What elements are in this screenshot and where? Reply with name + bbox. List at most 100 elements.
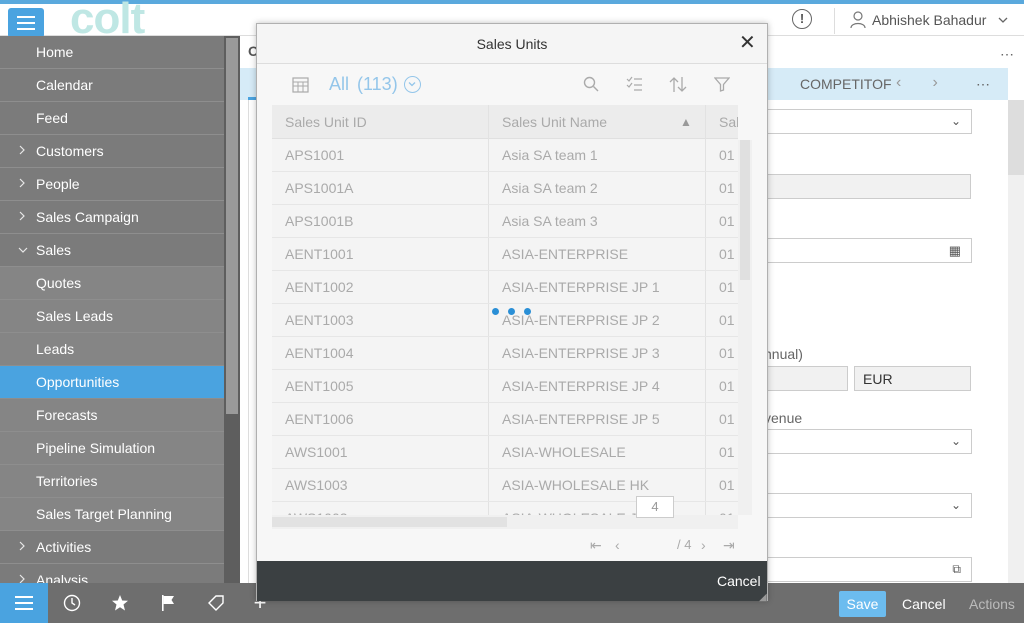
tab-competitors[interactable]: COMPETITOF — [800, 76, 892, 92]
chevron-right-icon — [18, 540, 36, 554]
table-cell-name: Asia SA team 1 — [502, 147, 598, 163]
tag-button[interactable] — [192, 583, 240, 623]
filter-label[interactable]: All — [329, 74, 349, 95]
chevron-down-icon: ⌄ — [950, 434, 961, 448]
close-icon[interactable]: ✕ — [739, 33, 756, 53]
lookup-field[interactable]: ⧉ — [760, 557, 972, 582]
column-header-sales[interactable]: Sales — [719, 114, 738, 130]
sort-ascending-icon[interactable]: ▲ — [680, 115, 692, 129]
sidebar-item-analysis[interactable]: Analysis — [0, 564, 224, 583]
page-number-input[interactable]: 4 — [636, 496, 674, 518]
calendar-icon[interactable]: ▦ — [949, 243, 961, 259]
sidebar-item-label: Sales — [36, 242, 72, 258]
amount-field[interactable] — [760, 366, 848, 391]
sidebar-item-customers[interactable]: Customers — [0, 135, 224, 168]
dialog-cancel-button[interactable]: Cancel — [717, 573, 761, 589]
chevron-right-icon[interactable]: › — [932, 74, 937, 91]
notifications-icon[interactable]: ! — [792, 9, 812, 29]
sidebar-item-sales[interactable]: Sales — [0, 234, 224, 267]
table-header: Sales Unit ID Sales Unit Name ▲ Sales — [272, 105, 738, 139]
tab-scroll-arrows[interactable]: ‹ › — [896, 74, 938, 92]
sidebar-item-activities[interactable]: Activities — [0, 531, 224, 564]
sidebar-item-home[interactable]: Home — [0, 36, 224, 69]
table-row[interactable]: APS1001A Asia SA team 2 01 — [272, 172, 738, 205]
sales-units-table: Sales Unit ID Sales Unit Name ▲ Sales AP… — [272, 105, 738, 515]
table-cell-id: AENT1004 — [285, 345, 354, 361]
table-row[interactable]: AENT1001 ASIA-ENTERPRISE 01 — [272, 238, 738, 271]
table-row[interactable]: AENT1005 ASIA-ENTERPRISE JP 4 01 — [272, 370, 738, 403]
save-button[interactable]: Save — [839, 591, 886, 617]
date-field[interactable]: ▦ — [760, 238, 972, 263]
table-row[interactable]: AENT1004 ASIA-ENTERPRISE JP 3 01 — [272, 337, 738, 370]
header-more-icon[interactable]: ⋯ — [1000, 46, 1014, 63]
table-row[interactable]: AENT1003 ASIA-ENTERPRISE JP 2 01 — [272, 304, 738, 337]
recent-button[interactable] — [48, 583, 96, 623]
column-header-sales-unit-name[interactable]: Sales Unit Name — [502, 114, 607, 130]
resize-handle-icon[interactable]: ◢ — [759, 592, 767, 603]
chevron-right-icon — [18, 573, 36, 583]
sidebar-item-quotes[interactable]: Quotes — [0, 267, 224, 300]
next-page-icon[interactable]: › — [701, 537, 706, 553]
sort-icon[interactable] — [669, 76, 687, 93]
table-cell-c3: 01 — [719, 147, 735, 163]
sidebar-item-calendar[interactable]: Calendar — [0, 69, 224, 102]
table-cell-id: AENT1002 — [285, 279, 354, 295]
pagination: ⇤ ‹ / 4 › ⇥ — [257, 529, 767, 561]
dropdown-field-2[interactable]: ⌄ — [760, 429, 972, 454]
flag-button[interactable] — [144, 583, 192, 623]
sidebar-item-label: Sales Campaign — [36, 209, 139, 225]
dialog-footer: Cancel — [257, 561, 767, 601]
actions-button[interactable]: Actions — [969, 596, 1015, 612]
dropdown-field-3[interactable]: ⌄ — [760, 493, 972, 518]
dropdown-field-1[interactable]: ⌄ — [760, 109, 972, 134]
table-row[interactable]: AENT1006 ASIA-ENTERPRISE JP 5 01 — [272, 403, 738, 436]
table-cell-id: AWS1001 — [285, 444, 348, 460]
chevron-right-icon — [18, 144, 36, 158]
table-row[interactable]: APS1001 Asia SA team 1 01 — [272, 139, 738, 172]
currency-field[interactable]: EUR — [854, 366, 971, 391]
last-page-icon[interactable]: ⇥ — [723, 537, 735, 554]
first-page-icon[interactable]: ⇤ — [590, 537, 602, 554]
filter-icon[interactable] — [714, 76, 730, 92]
sidebar-item-label: Calendar — [36, 77, 93, 93]
sidebar-item-territories[interactable]: Territories — [0, 465, 224, 498]
chevron-left-icon[interactable]: ‹ — [896, 74, 901, 91]
sidebar-item-people[interactable]: People — [0, 168, 224, 201]
sidebar-item-label: Analysis — [36, 572, 89, 583]
sidebar-item-sales-leads[interactable]: Sales Leads — [0, 300, 224, 333]
chevron-down-circle-icon[interactable] — [404, 76, 421, 93]
table-vscroll-thumb[interactable] — [740, 140, 750, 280]
table-row[interactable]: APS1001B Asia SA team 3 01 — [272, 205, 738, 238]
favorites-button[interactable] — [96, 583, 144, 623]
sidebar-item-sales-target-planning[interactable]: Sales Target Planning — [0, 498, 224, 531]
table-vertical-scrollbar[interactable] — [738, 140, 752, 515]
checklist-icon[interactable] — [626, 76, 643, 92]
table-hscroll-thumb[interactable] — [272, 517, 507, 527]
sidebar-item-label: Sales Target Planning — [36, 506, 172, 522]
sidebar-item-forecasts[interactable]: Forecasts — [0, 399, 224, 432]
sidebar-item-sales-campaign[interactable]: Sales Campaign — [0, 201, 224, 234]
table-row[interactable]: AENT1002 ASIA-ENTERPRISE JP 1 01 — [272, 271, 738, 304]
main-menu-button[interactable] — [8, 8, 44, 38]
sidebar-item-feed[interactable]: Feed — [0, 102, 224, 135]
sidebar-item-pipeline-simulation[interactable]: Pipeline Simulation — [0, 432, 224, 465]
sidebar-item-leads[interactable]: Leads — [0, 333, 224, 366]
tab-more-icon[interactable]: ⋯ — [976, 76, 990, 93]
open-dialog-icon[interactable]: ⧉ — [952, 562, 961, 577]
search-icon[interactable] — [583, 76, 599, 92]
cancel-button[interactable]: Cancel — [902, 596, 946, 612]
content-scrollbar[interactable] — [1008, 100, 1024, 583]
bottom-menu-button[interactable] — [0, 583, 48, 623]
column-header-sales-unit-id[interactable]: Sales Unit ID — [285, 114, 367, 130]
previous-page-icon[interactable]: ‹ — [615, 537, 620, 553]
table-row[interactable]: AWS1001 ASIA-WHOLESALE 01 — [272, 436, 738, 469]
calendar-grid-icon[interactable] — [292, 76, 309, 93]
sidebar-item-opportunities[interactable]: Opportunities — [0, 366, 224, 399]
user-menu[interactable]: Abhishek Bahadur — [850, 11, 1008, 29]
content-scroll-thumb[interactable] — [1008, 100, 1024, 175]
sidebar-scroll-thumb[interactable] — [226, 38, 238, 414]
table-cell-id: APS1001B — [285, 213, 354, 229]
sidebar-scrollbar[interactable] — [224, 36, 240, 583]
clock-icon — [63, 594, 81, 612]
star-icon — [112, 595, 128, 611]
